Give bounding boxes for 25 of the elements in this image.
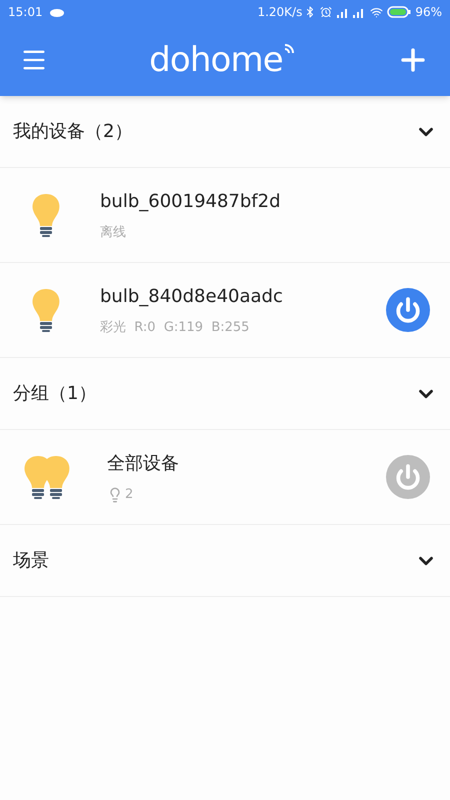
power-icon xyxy=(395,464,421,490)
group-row[interactable]: 全部设备 2 xyxy=(0,430,450,525)
device-status: 彩光 R:0 G:119 B:255 xyxy=(100,318,250,337)
section-header[interactable]: 场景 xyxy=(0,525,450,597)
battery-icon xyxy=(387,6,412,18)
device-count: 2 xyxy=(125,486,134,504)
wifi-icon xyxy=(370,6,384,18)
app-logo: dohome xyxy=(149,43,283,77)
section-header[interactable]: 我的设备（2） xyxy=(0,96,450,168)
status-time: 15:01 xyxy=(8,4,43,21)
power-button[interactable] xyxy=(386,288,430,332)
battery-percent: 96% xyxy=(415,4,442,21)
device-status: 离线 xyxy=(100,224,127,242)
device-name: 全部设备 xyxy=(107,452,180,476)
device-name: bulb_840d8e40aadc xyxy=(100,284,284,309)
device-row[interactable]: bulb_60019487bf2d 离线 xyxy=(0,168,450,263)
network-speed: 1.20K/s xyxy=(257,4,302,21)
device-name: bulb_60019487bf2d xyxy=(100,190,282,214)
power-icon xyxy=(395,297,421,323)
device-row[interactable]: bulb_840d8e40aadc 彩光 R:0 G:119 B:255 xyxy=(0,263,450,358)
power-button[interactable] xyxy=(386,455,430,499)
alarm-icon xyxy=(320,6,332,18)
section-header[interactable]: 分组（1） xyxy=(0,358,450,430)
notification-icon xyxy=(48,7,65,17)
wifi-icon xyxy=(282,43,295,55)
